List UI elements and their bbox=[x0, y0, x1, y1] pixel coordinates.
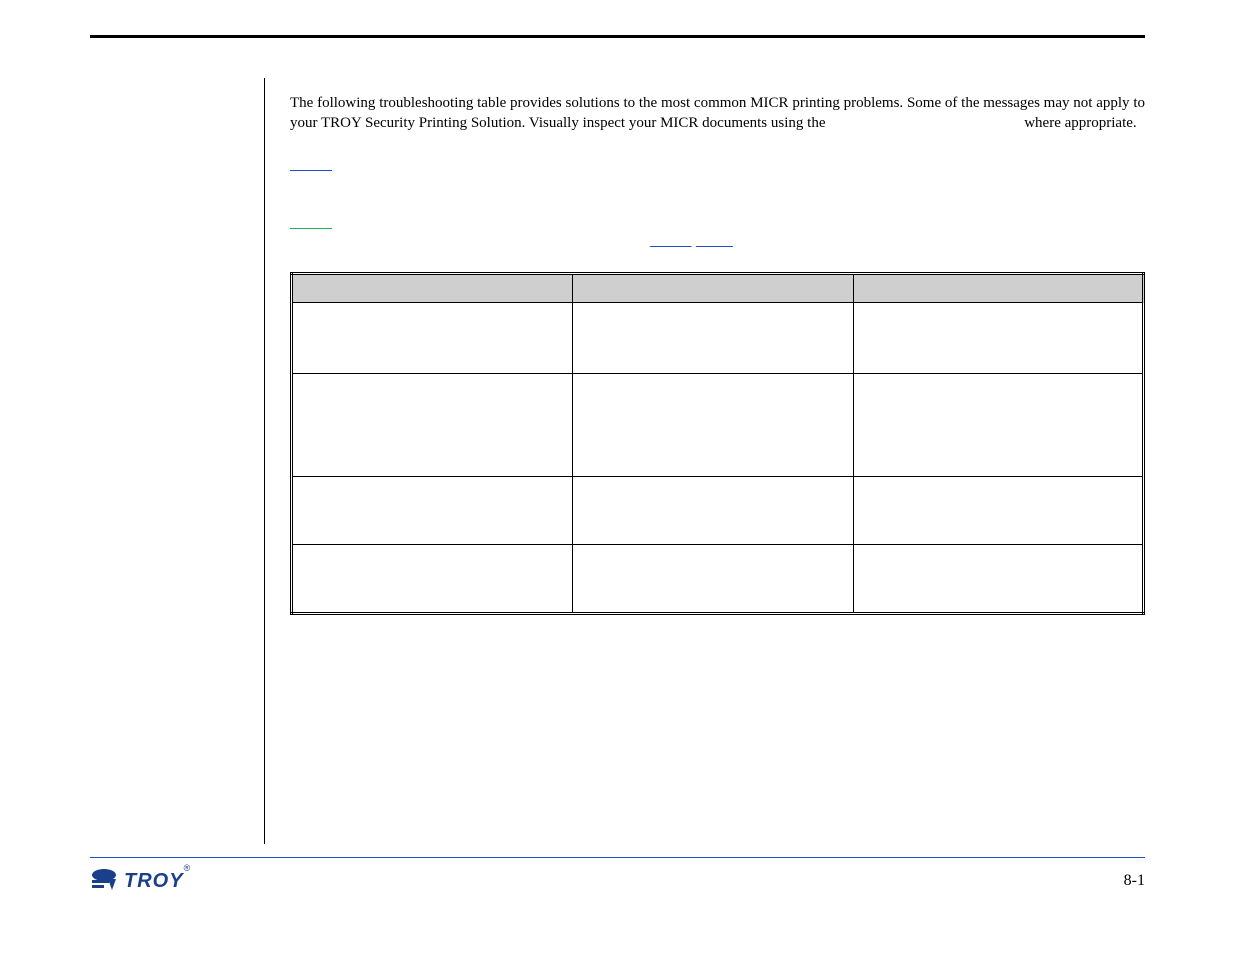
intro-doc-name: TROY MICR Quality Document bbox=[829, 115, 1020, 131]
note-2: NOTE: For non-MICR printing problems (pa… bbox=[290, 214, 1145, 250]
content-area: Introduction The following troubleshooti… bbox=[90, 78, 1145, 844]
troubleshooting-table: SYMPTOM PROBABLE CAUSE SOLUTION Printer … bbox=[290, 272, 1145, 615]
sidebar: Introduction bbox=[90, 83, 250, 98]
cell-solution: Install a genuine TROY MICR toner cartri… bbox=[854, 374, 1144, 477]
note-1: NOTE: Some printer features and/or troub… bbox=[290, 156, 1145, 192]
page-number: 8-1 bbox=[1124, 872, 1145, 890]
cell-cause: The paper tray mapped to in the print jo… bbox=[573, 545, 854, 614]
note-2-text-b: . bbox=[733, 233, 737, 248]
note-1-label: NOTE: bbox=[290, 157, 332, 172]
page-footer: TROY® Security Printing Solutions User's… bbox=[90, 857, 1145, 894]
top-rule bbox=[90, 35, 1145, 38]
cell-solution: Replace with a new TROY MICR toner cartr… bbox=[854, 303, 1144, 374]
troy-logo-icon bbox=[90, 868, 118, 894]
cell-symptom: Printer control panel displays TRAY x OP… bbox=[292, 545, 573, 614]
table-header-row: SYMPTOM PROBABLE CAUSE SOLUTION bbox=[292, 274, 1144, 303]
column-divider bbox=[264, 78, 265, 844]
cell-cause: MICR toner cartridge is low on toner. bbox=[573, 303, 854, 374]
troy-logo: TROY® bbox=[90, 868, 191, 894]
cell-symptom: Printer control panel displays TRAY x EM… bbox=[292, 477, 573, 545]
main-content: The following troubleshooting table prov… bbox=[290, 78, 1145, 615]
col-solution: SOLUTION bbox=[854, 274, 1144, 303]
cell-cause: The paper tray mapped to in the print jo… bbox=[573, 477, 854, 545]
footer-doc-title: Security Printing Solutions User's Guide… bbox=[463, 873, 852, 890]
troy-logo-text: TROY® bbox=[124, 870, 191, 893]
cell-solution: Load paper into the empty paper tray. bbox=[854, 477, 1144, 545]
intro-text-c: where appropriate. bbox=[1020, 115, 1136, 131]
table-row: Printer control panel displays TRAY x OP… bbox=[292, 545, 1144, 614]
cell-symptom: Printer control panel displays LOAD MICR… bbox=[292, 374, 573, 477]
note-2-label: NOTE: bbox=[290, 215, 332, 230]
col-cause: PROBABLE CAUSE bbox=[573, 274, 854, 303]
cell-cause: Printer is in MICR mode with a non-MICR … bbox=[573, 374, 854, 477]
section-number: Section 8 bbox=[90, 41, 174, 67]
table-row: Printer control panel displays MICR TONE… bbox=[292, 303, 1144, 374]
col-symptom: SYMPTOM bbox=[292, 274, 573, 303]
table-row: Printer control panel displays LOAD MICR… bbox=[292, 374, 1144, 477]
cell-solution: Close the open paper tray. bbox=[854, 545, 1144, 614]
section-name: Troubleshooting / Error Messages bbox=[835, 41, 1145, 67]
table-row: Printer control panel displays TRAY x EM… bbox=[292, 477, 1144, 545]
page-header: Section 8 Troubleshooting / Error Messag… bbox=[90, 35, 1145, 75]
note-1-text: Some printer features and/or troubleshoo… bbox=[290, 157, 1122, 190]
footer-rule bbox=[90, 857, 1145, 858]
sidebar-heading: Introduction bbox=[90, 83, 169, 98]
cell-symptom: Printer control panel displays MICR TONE… bbox=[292, 303, 573, 374]
intro-paragraph: The following troubleshooting table prov… bbox=[290, 93, 1145, 134]
hp-link[interactable]: www.hp.com bbox=[650, 233, 733, 248]
